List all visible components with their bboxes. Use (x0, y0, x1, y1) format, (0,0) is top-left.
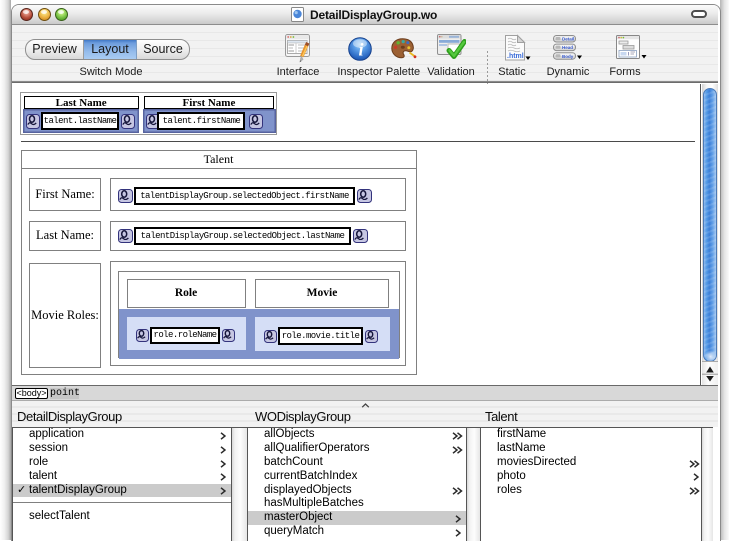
svg-text:i: i (358, 40, 363, 60)
svg-text:Detail: Detail (562, 37, 574, 42)
svg-text:Head: Head (562, 45, 573, 50)
svg-text:.html: .html (507, 53, 524, 60)
svg-text:Body: Body (562, 54, 574, 59)
